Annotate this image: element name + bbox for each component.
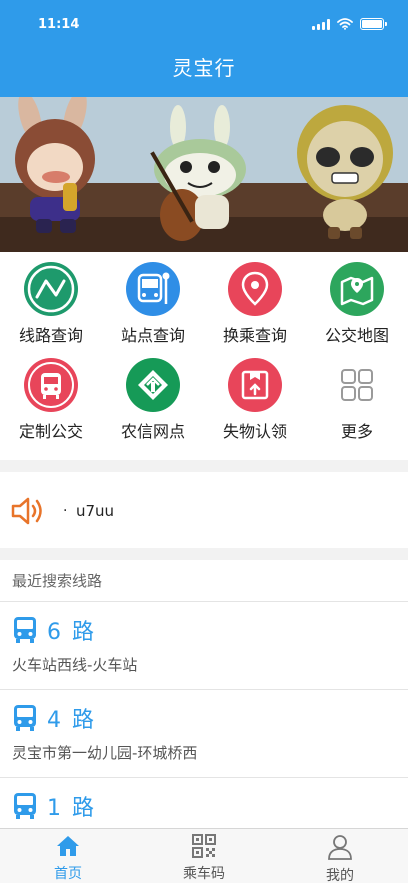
grid-item-transfer-search[interactable]: 换乘查询 [204, 252, 306, 348]
bus-icon [14, 617, 36, 643]
notice-bar[interactable]: · u7uu [0, 472, 408, 548]
route-item[interactable]: 1 路 [0, 778, 408, 828]
wifi-icon [337, 18, 353, 30]
grid-item-stop-search[interactable]: 站点查询 [102, 252, 204, 348]
route-item[interactable]: 4 路 灵宝市第一幼儿园-环城桥西 [0, 690, 408, 778]
user-icon [328, 835, 352, 860]
tab-bar: 首页 乘车码 我的 [0, 828, 408, 883]
tab-ride-code[interactable]: 乘车码 [136, 829, 272, 883]
grid-item-custom-bus[interactable]: 定制公交 [0, 348, 102, 444]
route-item[interactable]: 6 路 火车站西线-火车站 [0, 602, 408, 690]
status-time: 11:14 [38, 17, 80, 32]
grid-item-label: 定制公交 [18, 422, 83, 441]
grid-item-label: 公交地图 [324, 326, 389, 345]
recent-routes-panel: 最近搜索线路 6 路 火车站西线-火车站 4 路 灵宝市第一幼儿园-环城桥西 1… [0, 560, 408, 828]
notice-bullet: · [63, 503, 68, 519]
tab-mine[interactable]: 我的 [272, 829, 408, 883]
lost-found-icon [228, 358, 282, 412]
grid-item-bus-map[interactable]: 公交地图 [306, 252, 408, 348]
grid-item-label: 失物认领 [222, 422, 287, 441]
home-icon [57, 836, 79, 856]
recent-routes-heading: 最近搜索线路 [0, 560, 408, 602]
bus-icon [14, 705, 36, 731]
feature-grid: 线路查询 站点查询 换乘查询 公交地图 定制公交 农信网点 失物认领 更多 [0, 252, 408, 460]
app-header: 11:14 灵宝行 [0, 0, 408, 97]
route-name: 4 路 [47, 708, 96, 733]
bank-logo-icon [126, 358, 180, 412]
page-title: 灵宝行 [172, 56, 236, 80]
tab-home[interactable]: 首页 [0, 829, 136, 883]
route-name: 1 路 [47, 796, 96, 821]
grid-item-bank-outlets[interactable]: 农信网点 [102, 348, 204, 444]
grid-item-label: 农信网点 [120, 422, 185, 441]
banner-image[interactable] [0, 97, 408, 252]
status-bar: 11:14 [0, 0, 408, 44]
bus-icon [14, 793, 36, 819]
map-pin-icon [330, 262, 384, 316]
route-name: 6 路 [47, 620, 96, 645]
route-search-icon [24, 262, 78, 316]
grid-item-label: 站点查询 [120, 326, 185, 345]
notice-text: u7uu [76, 502, 115, 520]
grid-item-route-search[interactable]: 线路查询 [0, 252, 102, 348]
status-icons [312, 18, 387, 30]
grid-item-label: 换乘查询 [222, 326, 287, 345]
qr-code-icon [192, 834, 216, 858]
toy-figures-illustration [0, 97, 408, 252]
bus-stop-icon [126, 262, 180, 316]
battery-icon [360, 18, 387, 30]
tab-label: 首页 [54, 866, 82, 882]
grid-item-label: 更多 [340, 422, 373, 441]
grid-item-more[interactable]: 更多 [306, 348, 408, 444]
tab-label: 我的 [326, 868, 354, 883]
custom-bus-icon [24, 358, 78, 412]
grid-item-label: 线路查询 [18, 326, 83, 345]
speaker-icon [11, 497, 42, 525]
more-grid-icon [330, 358, 384, 412]
route-desc: 灵宝市第一幼儿园-环城桥西 [12, 744, 198, 762]
route-desc: 火车站西线-火车站 [12, 656, 138, 674]
signal-icon [312, 18, 330, 30]
grid-item-lost-found[interactable]: 失物认领 [204, 348, 306, 444]
location-pin-icon [228, 262, 282, 316]
tab-label: 乘车码 [183, 866, 225, 882]
